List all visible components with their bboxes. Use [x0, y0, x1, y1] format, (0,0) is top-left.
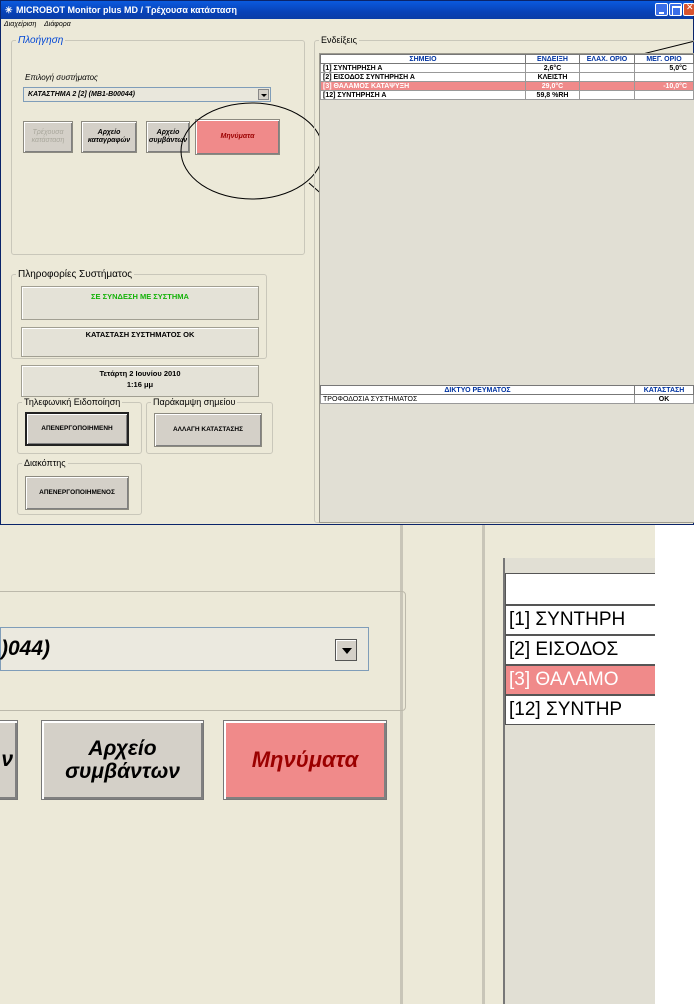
power-state-cell: ΟΚ [634, 394, 694, 404]
zoom-messages-button[interactable]: Μηνύματα [223, 720, 387, 800]
zoom-system-select[interactable]: )044) [0, 627, 369, 671]
indications-legend: Ενδείξεις [321, 35, 357, 45]
zoom-dropdown-arrow-icon[interactable] [335, 639, 357, 661]
zoom-events-line1: Αρχείο [88, 736, 157, 760]
value-cell: ΚΛΕΙΣΤΗ [525, 72, 580, 82]
phone-notification-button[interactable]: ΑΠΕΝΕΡΓΟΠΟΙΗΜΕΝΗ [25, 412, 129, 446]
zoom-divider [482, 525, 485, 1004]
value-cell: 59,8 %RH [525, 90, 580, 100]
override-legend: Παράκαμψη σημείου [153, 397, 236, 407]
list-item[interactable]: [12] ΣΥΝΤΗΡ [505, 695, 657, 725]
zoom-list-header [505, 558, 657, 568]
app-window: ✳ MICROBOT Monitor plus MD / Τρέχουσα κατ… [0, 0, 694, 525]
max-cell: -10,0°C [634, 81, 694, 91]
power-table: ΔΙΚΤΥΟ ΡΕΥΜΑΤΟΣ ΚΑΤΑΣΤΑΣΗ ΤΡΟΦΟΔΟΣΙΑ ΣΥΣ… [320, 385, 694, 404]
power-status-header: ΚΑΤΑΣΤΑΣΗ [634, 385, 694, 395]
indications-table: ΣΗΜΕΙΟ ΕΝΔΕΙΞΗ ΕΛΑΧ. ΟΡΙΟ ΜΕΓ. ΟΡΙΟ [1] … [320, 54, 694, 100]
highlight-circle [180, 102, 324, 200]
min-cell [579, 63, 635, 73]
time-text: 1:16 μμ [126, 380, 154, 389]
date-text: Τετάρτη 2 Ιουνίου 2010 [99, 369, 181, 378]
value-cell: 29,0°C [525, 81, 580, 91]
zoom-log-archive-button[interactable]: ν [0, 720, 18, 800]
min-cell [579, 72, 635, 82]
max-cell: 5,0°C [634, 63, 694, 73]
max-cell [634, 72, 694, 82]
indications-panel: ΣΗΜΕΙΟ ΕΝΔΕΙΞΗ ΕΛΑΧ. ΟΡΙΟ ΜΕΓ. ΟΡΙΟ [1] … [319, 53, 694, 523]
list-item[interactable]: [2] ΕΙΣΟΔΟΣ [505, 635, 657, 665]
power-name-cell: ΤΡΟΦΟΔΟΣΙΑ ΣΥΣΤΗΜΑΤΟΣ [320, 394, 635, 404]
switch-button[interactable]: ΑΠΕΝΕΡΓΟΠΟΙΗΜΕΝΟΣ [25, 476, 129, 510]
power-network-header: ΔΙΚΤΥΟ ΡΕΥΜΑΤΟΣ [320, 385, 635, 395]
switch-legend: Διακόπτης [24, 458, 66, 468]
zoom-panel: )044) ν Αρχείο συμβάντων Μηνύματα [1] ΣΥ… [0, 525, 657, 1004]
min-cell [579, 90, 635, 100]
datetime-box: Τετάρτη 2 Ιουνίου 2010 1:16 μμ [21, 365, 259, 397]
table-row[interactable]: [1] ΣΥΝΤΗΡΗΣΗ Α 2,6°C 5,0°C [320, 63, 694, 73]
col-point-header: ΣΗΜΕΙΟ [320, 54, 526, 64]
phone-notification-legend: Τηλεφωνική Ειδοποίηση [24, 397, 121, 407]
list-item[interactable]: [1] ΣΥΝΤΗΡΗ [505, 605, 657, 635]
table-row[interactable]: [2] ΕΙΣΟΔΟΣ ΣΥΝΤΗΡΗΣΗ Α ΚΛΕΙΣΤΗ [320, 72, 694, 82]
table-row[interactable]: ΤΡΟΦΟΔΟΣΙΑ ΣΥΣΤΗΜΑΤΟΣ ΟΚ [320, 394, 694, 404]
connection-status: ΣΕ ΣΥΝΔΕΣΗ ΜΕ ΣΥΣΤΗΜΑ [21, 286, 259, 320]
zoom-system-select-value: )044) [1, 637, 51, 660]
col-value-header: ΕΝΔΕΙΞΗ [525, 54, 580, 64]
point-cell: [3] ΘΑΛΑΜΟΣ ΚΑΤΑΨΥΞΗ [320, 81, 526, 91]
system-info-legend: Πληροφορίες Συστήματος [18, 269, 133, 280]
zoom-indications-list: [1] ΣΥΝΤΗΡΗ [2] ΕΙΣΟΔΟΣ [3] ΘΑΛΑΜΟ [12] … [503, 558, 657, 1004]
point-cell: [2] ΕΙΣΟΔΟΣ ΣΥΝΤΗΡΗΣΗ Α [320, 72, 526, 82]
change-state-button[interactable]: ΑΛΛΑΓΗ ΚΑΤΑΣΤΑΣΗΣ [154, 413, 262, 447]
zoom-events-line2: συμβάντων [65, 760, 180, 783]
zoom-events-archive-button[interactable]: Αρχείο συμβάντων [41, 720, 204, 800]
system-status: ΚΑΤΑΣΤΑΣΗ ΣΥΣΤΗΜΑΤΟΣ ΟΚ [21, 327, 259, 357]
point-cell: [12] ΣΥΝΤΗΡΗΣΗ Α [320, 90, 526, 100]
max-cell [634, 90, 694, 100]
table-row[interactable]: [12] ΣΥΝΤΗΡΗΣΗ Α 59,8 %RH [320, 90, 694, 100]
col-max-header: ΜΕΓ. ΟΡΙΟ [634, 54, 694, 64]
value-cell: 2,6°C [525, 63, 580, 73]
point-cell: [1] ΣΥΝΤΗΡΗΣΗ Α [320, 63, 526, 73]
zoom-right-margin [655, 525, 694, 1004]
zoom-inset: )044) ν Αρχείο συμβάντων Μηνύματα [1] ΣΥ… [0, 525, 694, 1004]
table-row[interactable]: [3] ΘΑΛΑΜΟΣ ΚΑΤΑΨΥΞΗ 29,0°C -10,0°C [320, 81, 694, 91]
col-min-header: ΕΛΑΧ. ΟΡΙΟ [579, 54, 635, 64]
min-cell [579, 81, 635, 91]
list-item-alarm[interactable]: [3] ΘΑΛΑΜΟ [505, 665, 657, 695]
zoom-header-row [505, 573, 657, 605]
